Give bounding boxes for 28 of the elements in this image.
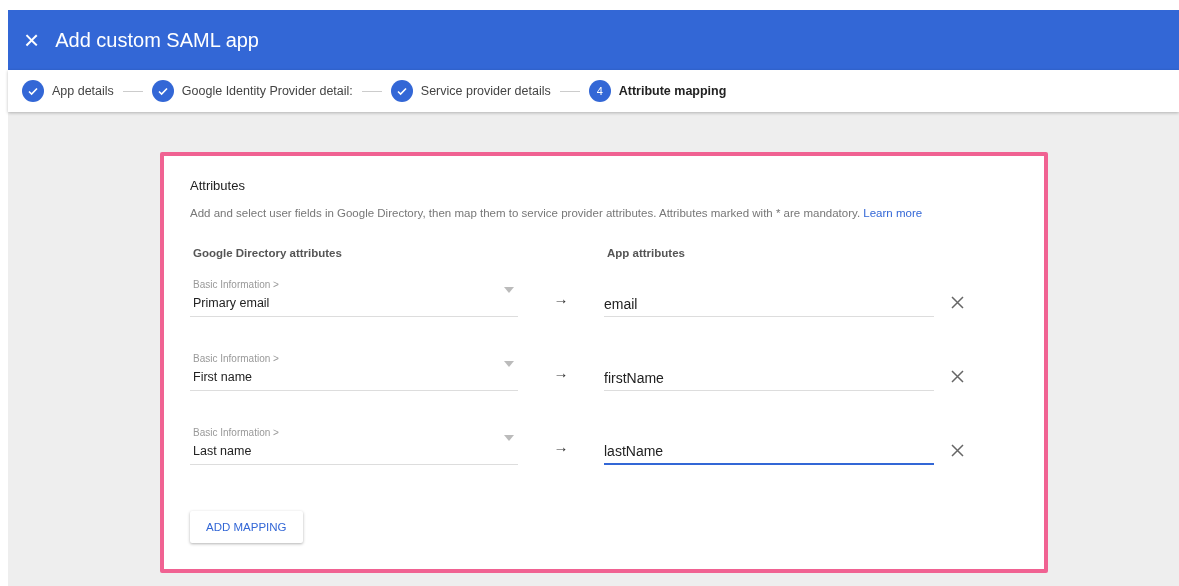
- close-icon[interactable]: [950, 296, 964, 309]
- section-title: Attributes: [190, 178, 246, 193]
- caret-icon: [504, 361, 514, 367]
- close-icon[interactable]: [950, 444, 964, 457]
- column-heading: App attributes: [606, 247, 686, 259]
- attribute-dropdown[interactable]: Basic Information > Primary email: [190, 273, 518, 317]
- description: Add and select user fields in Google Directory, then map them to service provider attributes. Attributes marked with * are mandatory. Learn more: [190, 207, 924, 219]
- close-icon[interactable]: [950, 370, 964, 383]
- attribute-dropdown[interactable]: Basic Information > First name: [190, 347, 518, 391]
- arrow: →: [552, 290, 570, 309]
- arrow: →: [552, 364, 570, 383]
- caret-icon: [504, 435, 514, 441]
- step-label: Attribute mapping: [618, 84, 727, 98]
- step-number: 4: [588, 80, 611, 102]
- close-button[interactable]: ×: [24, 27, 40, 53]
- step-label: Service provider details: [420, 84, 551, 98]
- attribute-dropdown[interactable]: Basic Information > Last name: [190, 421, 518, 465]
- app-attribute-field[interactable]: lastName: [604, 439, 934, 465]
- arrow: →: [552, 438, 570, 457]
- window-title: Add custom SAML app: [55, 28, 259, 52]
- app-attribute-field[interactable]: email: [604, 292, 934, 317]
- learn-more-link[interactable]: Learn more: [863, 207, 923, 219]
- step-label: App details: [52, 84, 114, 98]
- app-attribute-field[interactable]: firstName: [604, 366, 934, 391]
- add-mapping-button[interactable]: ADD MAPPING: [190, 511, 303, 543]
- column-heading: Google Directory attributes: [192, 247, 343, 259]
- caret-icon: [504, 287, 514, 293]
- step-label: Google Identity Provider detail:: [181, 84, 353, 98]
